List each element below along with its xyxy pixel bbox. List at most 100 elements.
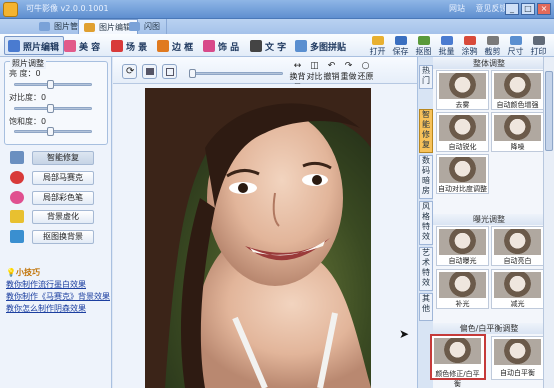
- tool-label: 对比: [306, 72, 323, 81]
- save-button[interactable]: 保存: [389, 36, 412, 56]
- tab-hot[interactable]: 热门: [419, 65, 433, 89]
- beauty-button[interactable]: 美 容: [60, 36, 105, 55]
- title-bar: 可牛影像 v2.0.0.1001 网站 意见反馈 _ □ ×: [0, 0, 554, 19]
- tip-link[interactable]: 教你怎么制作阴森效果: [6, 303, 86, 314]
- effect-denoise[interactable]: 降噪: [491, 112, 544, 152]
- frame-button[interactable]: 边 框: [153, 36, 198, 55]
- color-pen-button[interactable]: 局部彩色笔: [10, 191, 102, 205]
- slider-name: 亮 度：: [9, 69, 36, 78]
- effect-auto-color[interactable]: 自动颜色增强: [491, 70, 544, 110]
- open-button[interactable]: 打开: [366, 36, 389, 56]
- tab-other[interactable]: 其他: [419, 293, 433, 321]
- effect-preview: [494, 229, 541, 255]
- photo-edit-button[interactable]: 照片编辑: [4, 36, 65, 55]
- button-label: 背景虚化: [32, 210, 94, 224]
- redo-tool[interactable]: ↷ 重做: [340, 61, 357, 82]
- effect-auto-brighten[interactable]: 自动亮白: [491, 226, 544, 266]
- effect-auto-exposure[interactable]: 自动曝光: [436, 226, 489, 266]
- effect-preview: [439, 73, 486, 99]
- text-button[interactable]: 文 字: [246, 36, 291, 55]
- zoom-slider-knob[interactable]: [189, 69, 196, 78]
- accessory-button[interactable]: 饰 品: [199, 36, 244, 55]
- print-button[interactable]: 打印: [527, 36, 550, 56]
- mosaic-button[interactable]: 局部马赛克: [10, 171, 102, 185]
- effect-preview: [439, 115, 486, 141]
- fit-screen-button[interactable]: [142, 64, 157, 79]
- tips-title: 💡小技巧: [6, 267, 40, 278]
- beauty-icon: [64, 40, 76, 52]
- tool-label: 撤销: [323, 72, 340, 81]
- photo-edit-icon: [8, 40, 20, 52]
- edited-photo[interactable]: [145, 88, 371, 388]
- maximize-button[interactable]: □: [521, 3, 535, 15]
- effect-fill-light[interactable]: 补光: [436, 269, 489, 309]
- effect-label: 自动对比度调整: [438, 185, 487, 193]
- close-button[interactable]: ×: [537, 3, 551, 15]
- effect-label: 颜色修正/白平衡: [435, 370, 480, 388]
- feedback-link[interactable]: 意见反馈: [476, 4, 508, 13]
- app-title: 可牛影像 v2.0.0.1001: [26, 4, 109, 13]
- contrast-slider-knob[interactable]: [47, 104, 54, 113]
- crop-icon: [486, 36, 499, 45]
- collage-button[interactable]: 多图拼贴: [291, 36, 351, 55]
- section-overall-adjust: 整体调整: [433, 58, 545, 69]
- batch-icon: [440, 36, 453, 45]
- bulb-icon: 💡: [6, 268, 16, 277]
- tip-link[interactable]: 教你制作《马赛克》背景效果: [6, 291, 110, 302]
- zoom-slider[interactable]: [191, 72, 283, 75]
- button-label: 抠图: [415, 47, 432, 56]
- button-label: 打开: [369, 47, 386, 56]
- smart-repair-button[interactable]: 智能修复: [10, 151, 102, 165]
- monitor-icon: [146, 68, 154, 75]
- compare-tool[interactable]: ◫ 对比: [306, 61, 323, 82]
- tab-digital-darkroom[interactable]: 数码暗房: [419, 155, 433, 199]
- effect-preview: [439, 157, 486, 183]
- bg-swap-icon: [10, 230, 24, 243]
- tip-link[interactable]: 教你制作流行墨白效果: [6, 279, 86, 290]
- scrollbar-thumb[interactable]: [545, 71, 553, 151]
- tool-label: 重做: [340, 72, 357, 81]
- effect-label: 降噪: [510, 143, 525, 151]
- crop-button[interactable]: 截剪: [481, 36, 504, 56]
- blur-icon: [10, 210, 24, 223]
- tab-style-effects[interactable]: 风格特效: [419, 201, 433, 245]
- effect-preview: [494, 272, 541, 298]
- effect-reduce-light[interactable]: 减光: [491, 269, 544, 309]
- tab-smart-repair[interactable]: 智能修复: [419, 109, 433, 153]
- mouse-cursor-icon: ➤: [399, 327, 410, 341]
- undo-tool[interactable]: ↶ 撤销: [323, 61, 340, 82]
- actual-size-button[interactable]: [162, 64, 177, 79]
- restore-tool[interactable]: ○ 还原: [357, 61, 374, 82]
- open-icon: [371, 36, 384, 45]
- effect-color-correction[interactable]: 颜色修正/白平衡: [430, 334, 486, 388]
- effect-label: 自动颜色增强: [496, 101, 539, 109]
- effect-label: 自动锐化: [448, 143, 477, 151]
- repair-icon: [10, 151, 24, 164]
- effect-auto-sharpen[interactable]: 自动锐化: [436, 112, 489, 152]
- print-icon: [532, 36, 545, 45]
- tab-flash[interactable]: 闪图: [124, 19, 167, 34]
- slider-value: 0: [35, 69, 41, 78]
- button-label: 批量: [438, 47, 455, 56]
- tab-art-effects[interactable]: 艺术特效: [419, 247, 433, 291]
- saturation-slider-knob[interactable]: [47, 127, 54, 136]
- background-blur-button[interactable]: 背景虚化: [10, 210, 102, 224]
- website-link[interactable]: 网站: [449, 4, 465, 13]
- cutout-button[interactable]: 抠图: [412, 36, 435, 56]
- effects-scrollbar[interactable]: [543, 57, 554, 388]
- effect-auto-contrast[interactable]: 自动对比度调整: [436, 154, 489, 194]
- effect-auto-white-balance[interactable]: 自动白平衡: [491, 336, 544, 380]
- brightness-slider-knob[interactable]: [47, 80, 54, 89]
- minimize-button[interactable]: _: [505, 3, 519, 15]
- effect-label: 减光: [510, 300, 525, 308]
- scene-button[interactable]: 场 景: [107, 36, 152, 55]
- section-white-balance: 偏色/白平衡调整: [433, 323, 545, 334]
- effect-dehaze[interactable]: 去雾: [436, 70, 489, 110]
- size-button[interactable]: 尺寸: [504, 36, 527, 56]
- batch-button[interactable]: 批量: [435, 36, 458, 56]
- doodle-button[interactable]: 涂鸦: [458, 36, 481, 56]
- cutout-background-button[interactable]: 抠图换背景: [10, 230, 102, 244]
- rotate-button[interactable]: ⟳: [122, 64, 137, 79]
- redo-icon: ↷: [344, 61, 353, 71]
- doodle-icon: [463, 36, 476, 45]
